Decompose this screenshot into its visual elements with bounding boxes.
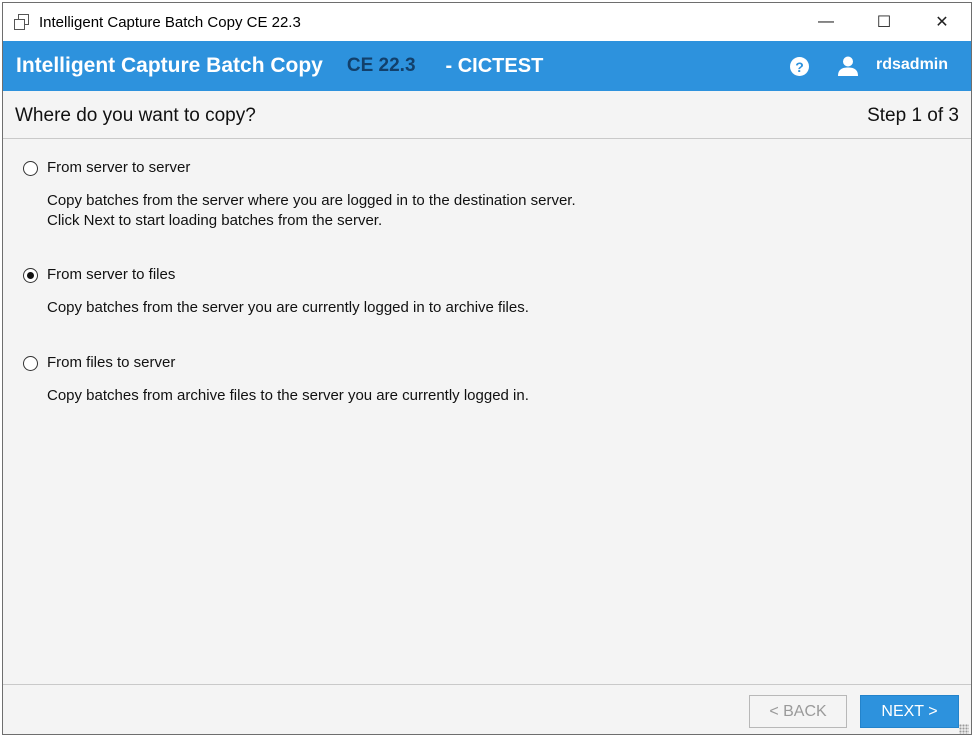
- option-description-line: Copy batches from the server you are cur…: [47, 299, 529, 316]
- option-label[interactable]: From files to server: [47, 354, 175, 371]
- radio-server-to-files[interactable]: [23, 268, 38, 283]
- radio-files-to-server[interactable]: [23, 356, 38, 371]
- window-controls: — ☐ ✕: [797, 3, 971, 41]
- footer-bar: < BACK NEXT >: [3, 684, 971, 734]
- title-bar: Intelligent Capture Batch Copy CE 22.3 —…: [3, 3, 971, 41]
- app-window-icon: [13, 13, 31, 31]
- step-header: Where do you want to copy? Step 1 of 3: [3, 91, 971, 139]
- option-description: Copy batches from the server you are cur…: [47, 298, 529, 318]
- username[interactable]: rdsadmin: [876, 56, 948, 74]
- option-description: Copy batches from the server where you a…: [47, 191, 576, 231]
- option-description-line: Copy batches from the server where you a…: [47, 192, 576, 209]
- option-description: Copy batches from archive files to the s…: [47, 386, 529, 406]
- back-button[interactable]: < BACK: [749, 695, 847, 728]
- maximize-button[interactable]: ☐: [855, 3, 913, 41]
- next-button[interactable]: NEXT >: [860, 695, 959, 728]
- app-header: Intelligent Capture Batch Copy CE 22.3 -…: [3, 41, 971, 91]
- resize-grip[interactable]: [959, 724, 969, 734]
- close-button[interactable]: ✕: [913, 3, 971, 41]
- user-icon[interactable]: [837, 55, 859, 77]
- step-indicator: Step 1 of 3: [867, 105, 959, 126]
- window-title: Intelligent Capture Batch Copy CE 22.3: [39, 13, 301, 31]
- product-name: Intelligent Capture Batch Copy: [16, 54, 323, 77]
- option-label[interactable]: From server to files: [47, 266, 175, 283]
- option-description-line: Copy batches from archive files to the s…: [47, 387, 529, 404]
- product-version: CE 22.3: [346, 55, 416, 76]
- radio-server-to-server[interactable]: [23, 161, 38, 176]
- option-label[interactable]: From server to server: [47, 159, 190, 176]
- app-window: Intelligent Capture Batch Copy CE 22.3 —…: [2, 2, 972, 735]
- server-name: - CICTEST: [445, 54, 544, 77]
- option-description-line: Click Next to start loading batches from…: [47, 212, 383, 229]
- minimize-button[interactable]: —: [797, 3, 855, 41]
- help-icon[interactable]: ?: [790, 57, 809, 76]
- page-title: Where do you want to copy?: [15, 105, 256, 126]
